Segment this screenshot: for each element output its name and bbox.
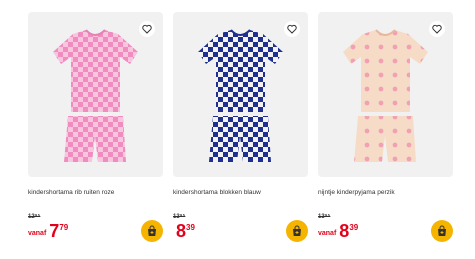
product-image[interactable] [318,12,453,177]
product-title[interactable]: nijntje kinderpyjama perzik [318,189,453,196]
price-euros: 8 [339,221,350,241]
current-price: vanaf 839 [318,222,358,242]
price-cents: 39 [349,223,359,232]
price-cents: 39 [186,223,195,232]
favorite-heart-icon[interactable] [139,21,155,37]
product-card[interactable]: kindershortama blokken blauw 13⁹⁵ 839 [173,0,308,259]
shopping-bag-icon [293,225,301,236]
product-image[interactable] [28,12,163,177]
old-price: 13⁹⁵ [173,214,186,220]
add-to-cart-button[interactable] [141,220,163,242]
favorite-heart-icon[interactable] [429,21,445,37]
product-title[interactable]: kindershortama rib ruiten roze [28,189,163,196]
product-image[interactable] [173,12,308,177]
current-price: vanaf 779 [28,222,68,242]
old-price: 12⁹⁵ [28,214,41,220]
price-prefix: vanaf [28,230,47,237]
old-price: 13⁹⁵ [318,214,331,220]
add-to-cart-button[interactable] [286,220,308,242]
price-euros: 7 [49,221,60,241]
shopping-bag-icon [438,225,446,236]
product-title[interactable]: kindershortama blokken blauw [173,189,308,196]
price-prefix: vanaf [318,230,337,237]
product-card[interactable]: kindershortama rib ruiten roze 12⁹⁵ vana… [28,0,163,259]
add-to-cart-button[interactable] [431,220,453,242]
price-cents: 79 [59,223,69,232]
product-card[interactable]: nijntje kinderpyjama perzik 13⁹⁵ vanaf 83… [318,0,453,259]
current-price: 839 [173,222,195,242]
shopping-bag-icon [148,225,156,236]
price-euros: 8 [176,221,187,241]
favorite-heart-icon[interactable] [284,21,300,37]
